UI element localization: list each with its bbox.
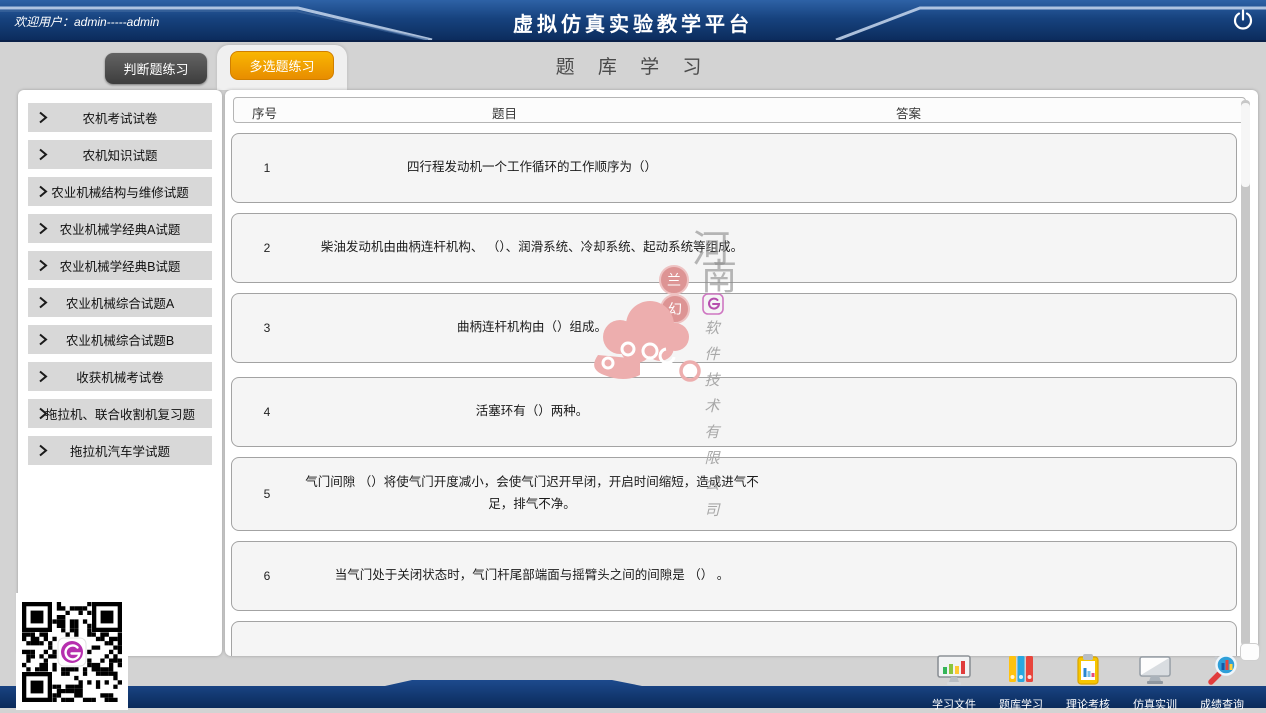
- sidebar-item-shouhuo-jixie[interactable]: 收获机械考试卷: [28, 362, 212, 391]
- question-text: 活塞环有（）两种。: [302, 401, 762, 423]
- chevron-right-icon: [38, 111, 48, 124]
- question-text: 曲柄连杆机构由（）组成。: [302, 317, 762, 339]
- clipboard-exam-icon: [1069, 652, 1107, 693]
- toolbar-item-question-bank[interactable]: 题库学习: [991, 652, 1051, 712]
- question-text: 柴油发动机由曲柄连杆机构、 （）、润滑系统、冷却系统、起动系统等组成。: [302, 237, 762, 259]
- scrollbar-thumb[interactable]: [1241, 103, 1250, 187]
- chevron-right-icon: [38, 407, 48, 420]
- chevron-right-icon: [38, 370, 48, 383]
- question-text: 当气门处于关闭状态时，气门杆尾部端面与摇臂头之间的间隙是 （） 。: [302, 565, 762, 587]
- question-number: 1: [256, 161, 278, 175]
- toolbar-item-theory-exam[interactable]: 理论考核: [1058, 652, 1118, 712]
- sidebar-item-label: 农机知识试题: [82, 145, 157, 164]
- sidebar-item-jiegou-weixiu[interactable]: 农业机械结构与维修试题: [28, 177, 212, 206]
- page-title: 题 库 学 习: [0, 52, 1266, 79]
- question-row-4[interactable]: 4 活塞环有（）两种。: [231, 377, 1237, 447]
- chevron-right-icon: [38, 185, 48, 198]
- column-header-answer: 答案: [896, 103, 921, 122]
- sidebar-item-zonghe-b[interactable]: 农业机械综合试题B: [28, 325, 212, 354]
- app-window: 欢迎用户：admin-----admin 虚拟仿真实验教学平台 判断题练习 多选…: [0, 0, 1266, 713]
- question-number: 4: [256, 405, 278, 419]
- question-text: 气门间隙 （）将使气门开度减小，会使气门迟开早闭，开启时间缩短，造成进气不足，排…: [302, 472, 762, 516]
- chevron-right-icon: [38, 259, 48, 272]
- question-number: 3: [256, 321, 278, 335]
- sidebar-item-label: 农业机械综合试题A: [66, 293, 174, 312]
- question-text: 四行程发动机一个工作循环的工作顺序为（）: [302, 157, 762, 179]
- sidebar-item-label: 拖拉机汽车学试题: [70, 441, 170, 460]
- top-header-bar: 欢迎用户：admin-----admin 虚拟仿真实验教学平台: [0, 0, 1266, 42]
- chart-monitor-icon: [935, 652, 973, 693]
- sidebar-item-label: 拖拉机、联合收割机复习题: [45, 404, 195, 423]
- sidebar-item-nongji-zhishi[interactable]: 农机知识试题: [28, 140, 212, 169]
- binders-icon: [1002, 652, 1040, 693]
- monitor-icon: [1136, 652, 1174, 693]
- sidebar-item-label: 农业机械学经典B试题: [60, 256, 181, 275]
- sidebar-item-label: 农业机械结构与维修试题: [51, 182, 189, 201]
- toolbar-item-simulation[interactable]: 仿真实训: [1125, 652, 1185, 712]
- sidebar-item-tuolaji-fuxi[interactable]: 拖拉机、联合收割机复习题: [28, 399, 212, 428]
- sidebar-item-label: 农业机械综合试题B: [66, 330, 174, 349]
- question-row-1[interactable]: 1 四行程发动机一个工作循环的工作顺序为（）: [231, 133, 1237, 203]
- question-row-3[interactable]: 3 曲柄连杆机构由（）组成。: [231, 293, 1237, 363]
- qr-code: [16, 593, 128, 710]
- question-row-5[interactable]: 5 气门间隙 （）将使气门开度减小，会使气门迟开早闭，开启时间缩短，造成进气不足…: [231, 457, 1237, 531]
- chevron-right-icon: [38, 333, 48, 346]
- scrollbar-track[interactable]: [1241, 100, 1250, 646]
- question-row-6[interactable]: 6 当气门处于关闭状态时，气门杆尾部端面与摇臂头之间的间隙是 （） 。: [231, 541, 1237, 611]
- chevron-right-icon: [38, 296, 48, 309]
- toolbar-label: 题库学习: [999, 696, 1043, 712]
- sidebar-item-nongji-kaoshi[interactable]: 农机考试试卷: [28, 103, 212, 132]
- sidebar-item-label: 农机考试试卷: [82, 108, 157, 127]
- chevron-right-icon: [38, 444, 48, 457]
- chevron-right-icon: [38, 148, 48, 161]
- question-number: 6: [256, 569, 278, 583]
- category-sidebar: 农机考试试卷 农机知识试题 农业机械结构与维修试题 农业机械学经典A试题 农业机…: [18, 90, 222, 656]
- toolbar-item-score-query[interactable]: 成绩查询: [1192, 652, 1252, 712]
- magnifier-chart-icon: [1203, 652, 1241, 693]
- sidebar-item-label: 农业机械学经典A试题: [60, 219, 181, 238]
- question-number: 5: [256, 487, 278, 501]
- chevron-right-icon: [38, 222, 48, 235]
- sidebar-item-tuolaji-qiche[interactable]: 拖拉机汽车学试题: [28, 436, 212, 465]
- question-number: 2: [256, 241, 278, 255]
- toolbar-label: 仿真实训: [1133, 696, 1177, 712]
- sidebar-item-label: 收获机械考试卷: [76, 367, 164, 386]
- toolbar-label: 理论考核: [1066, 696, 1110, 712]
- qr-center-logo-icon: [58, 638, 86, 666]
- toolbar-item-study-files[interactable]: 学习文件: [924, 652, 984, 712]
- sidebar-item-jingdian-a[interactable]: 农业机械学经典A试题: [28, 214, 212, 243]
- column-header-question: 题目: [492, 103, 517, 122]
- sidebar-item-jingdian-b[interactable]: 农业机械学经典B试题: [28, 251, 212, 280]
- app-title: 虚拟仿真实验教学平台: [0, 8, 1266, 37]
- question-row-2[interactable]: 2 柴油发动机由曲柄连杆机构、 （）、润滑系统、冷却系统、起动系统等组成。: [231, 213, 1237, 283]
- table-header-row: 序号 题目 答案: [233, 97, 1246, 123]
- question-list-panel: 序号 题目 答案 1 四行程发动机一个工作循环的工作顺序为（） 2 柴油发动机由…: [225, 90, 1258, 656]
- toolbar-label: 学习文件: [932, 696, 976, 712]
- column-header-no: 序号: [252, 103, 277, 122]
- bottom-toolbar: 学习文件 题库学习: [924, 652, 1252, 712]
- sidebar-item-zonghe-a[interactable]: 农业机械综合试题A: [28, 288, 212, 317]
- power-icon[interactable]: [1232, 9, 1254, 31]
- question-row-7[interactable]: [231, 621, 1237, 656]
- toolbar-label: 成绩查询: [1200, 696, 1244, 712]
